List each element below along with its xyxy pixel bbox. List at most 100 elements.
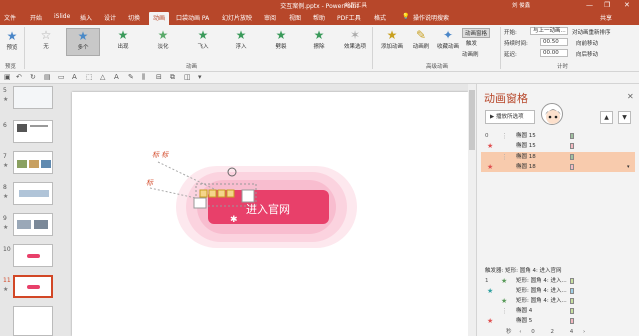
animation-painter-button[interactable]: ✎ 动画刷 — [408, 28, 434, 50]
format-icon[interactable]: ⬚ — [86, 73, 93, 81]
tab-help[interactable]: 帮助 — [313, 13, 325, 22]
move-earlier-button[interactable]: 向前移动 — [576, 39, 598, 47]
tab-slideshow[interactable]: 幻灯片放映 — [222, 13, 252, 22]
animation-item[interactable]: 0 ⋮ 椭圆 15 — [481, 131, 635, 141]
restore-button[interactable]: ❐ — [604, 0, 610, 10]
add-animation-icon: ★ — [386, 28, 398, 42]
animation-float-in[interactable]: ★ 浮入 — [224, 28, 258, 50]
annotation-tag-left: 标 — [146, 179, 153, 187]
window-title: 交互案例.pptx - PowerPoint — [280, 3, 359, 10]
start-select[interactable]: 与上一动画... — [530, 27, 568, 35]
redo-icon[interactable]: ↻ — [30, 73, 36, 81]
animation-none[interactable]: ☆ 无 — [30, 28, 62, 50]
timeline-bar — [570, 288, 574, 294]
entrance-star-icon: ★ — [501, 277, 508, 285]
lightbulb-icon: 💡 — [402, 13, 410, 20]
start-slideshow-icon[interactable]: ▤ — [44, 73, 51, 81]
paint-icon[interactable]: ✎ — [128, 73, 134, 81]
animation-fly-in-label: 飞入 — [197, 44, 209, 50]
slide-number: 8 — [3, 184, 7, 191]
tab-transitions[interactable]: 切换 — [128, 13, 140, 22]
customize-icon[interactable]: ▾ — [198, 73, 202, 81]
tab-insert[interactable]: 插入 — [80, 13, 92, 22]
trigger-animation-item[interactable]: 1 ★ 矩形: 圆角 4: 进入... — [481, 276, 635, 286]
emphasis-star-icon: ★ — [487, 142, 494, 150]
trigger-dropdown[interactable]: 触发 — [466, 39, 477, 47]
scroll-thumb[interactable] — [469, 90, 475, 150]
tab-animations[interactable]: 动画 — [149, 12, 170, 25]
undo-icon[interactable]: ↶ — [16, 73, 22, 81]
tab-review[interactable]: 审阅 — [264, 13, 276, 22]
minimize-button[interactable]: — — [586, 0, 593, 10]
animation-fly-in[interactable]: ★ 飞入 — [186, 28, 220, 50]
arrange-icon[interactable]: ◫ — [184, 73, 191, 81]
none-star-icon: ☆ — [40, 28, 52, 42]
slide-thumbnail-5[interactable] — [13, 86, 53, 109]
share-button[interactable]: 共享 — [600, 13, 612, 22]
close-button[interactable]: ✕ — [624, 0, 630, 10]
animation-item[interactable]: ★ 椭圆 15 — [481, 141, 635, 151]
tab-design[interactable]: 设计 — [104, 13, 116, 22]
trigger-animation-item[interactable]: ★ 矩形: 圆角 4: 进入... — [481, 296, 635, 306]
close-icon[interactable]: ✕ — [627, 92, 634, 101]
save-icon[interactable]: ▣ — [4, 73, 11, 81]
shapes-icon[interactable]: △ — [100, 73, 105, 81]
dropdown-arrow-icon[interactable]: ▾ — [627, 162, 630, 172]
animation-wipe[interactable]: ★ 擦除 — [302, 28, 336, 50]
drawing-tools-context: 绘图工具 — [345, 3, 368, 9]
user-name[interactable]: 刘 俊鑫 — [512, 1, 530, 9]
tab-islide[interactable]: iSlide — [54, 13, 70, 20]
trigger-animation-item[interactable]: ★ 矩形: 圆角 4: 进入... — [481, 286, 635, 296]
tab-pdf-tools[interactable]: PDF工具 — [337, 13, 361, 22]
add-animation-button[interactable]: ★ 添加动画 — [378, 28, 406, 50]
slide-thumbnail-9[interactable] — [13, 213, 53, 236]
distribute-icon[interactable]: ⊟ — [156, 73, 162, 81]
duration-label: 持续时间: — [504, 41, 528, 47]
slide-thumbnail-8[interactable] — [13, 182, 53, 205]
animation-brush[interactable]: 动画刷 — [462, 50, 479, 58]
play-selected-button[interactable]: ▶ 播放所选项 — [485, 110, 535, 124]
align-icon[interactable]: ⫼ — [142, 73, 145, 82]
animation-item[interactable]: ⋮ 椭圆 18 — [481, 152, 635, 162]
duration-input[interactable]: 00.50 — [540, 38, 568, 46]
animation-pane-toggle[interactable]: 动画窗格 — [462, 28, 491, 38]
move-down-button[interactable]: ▼ — [618, 111, 631, 124]
animation-split[interactable]: ★ 劈裂 — [264, 28, 298, 50]
tab-pocket-animation[interactable]: 口袋动画 PA — [176, 13, 209, 22]
collect-icon: ✦ — [442, 28, 454, 42]
trigger-label: 触发器: 矩形: 圆角 4: 进入官网 — [485, 268, 562, 274]
slide-canvas[interactable]: ✱ 标 标 标 进入官网 — [72, 92, 468, 336]
font-color-icon[interactable]: A — [114, 73, 119, 81]
zoom-in-icon[interactable]: › — [583, 329, 585, 335]
slide-thumbnail-12[interactable] — [13, 306, 53, 336]
tab-file[interactable]: 文件 — [4, 13, 16, 22]
animation-appear[interactable]: ★ 出现 — [106, 28, 140, 50]
trigger-animation-item[interactable]: ★ 椭圆 5 — [481, 316, 635, 326]
enter-site-button-text[interactable]: 进入官网 — [246, 201, 290, 217]
textbox-icon[interactable]: A — [72, 73, 77, 81]
slide-thumbnail-6[interactable] — [13, 120, 53, 143]
timeline-bar — [570, 154, 574, 160]
animation-item[interactable]: ★ 椭圆 18 ▾ — [481, 162, 635, 172]
animation-multiple[interactable]: ★ 多个 — [66, 28, 100, 56]
slide-thumbnail-7[interactable] — [13, 151, 53, 174]
rectangle-icon[interactable]: ▭ — [58, 73, 65, 81]
move-up-button[interactable]: ▲ — [600, 111, 613, 124]
tab-home[interactable]: 开始 — [30, 13, 42, 22]
tab-view[interactable]: 视图 — [289, 13, 301, 22]
collect-animation-button[interactable]: ✦ 收藏动画 — [436, 28, 460, 50]
slide-thumbnail-10[interactable] — [13, 244, 53, 267]
group-icon[interactable]: ⧉ — [170, 73, 175, 82]
animation-fade[interactable]: ★ 淡化 — [146, 28, 180, 50]
delay-input[interactable]: 00.00 — [540, 49, 568, 57]
preview-button[interactable]: ★ 预览 — [2, 29, 22, 51]
editor-vertical-scrollbar[interactable] — [468, 84, 476, 336]
tab-format[interactable]: 格式 — [374, 13, 386, 22]
zoom-out-icon[interactable]: ‹ — [519, 329, 521, 335]
trigger-animation-item[interactable]: ⋮ 椭圆 4 — [481, 306, 635, 316]
layout-options-icon[interactable] — [193, 197, 207, 209]
effect-options-button[interactable]: ✶ 效果选项 — [342, 28, 368, 50]
tell-me-search[interactable]: 操作说明搜索 — [413, 13, 449, 22]
slide-thumbnail-11[interactable] — [13, 275, 53, 298]
move-later-button[interactable]: 向后移动 — [576, 50, 598, 58]
